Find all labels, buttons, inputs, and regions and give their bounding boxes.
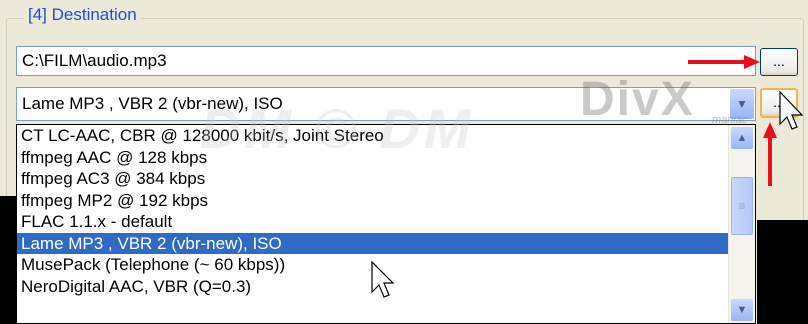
scroll-thumb[interactable]: ≡ <box>731 177 753 235</box>
list-item[interactable]: ffmpeg AC3 @ 384 kbps <box>17 168 729 190</box>
list-item-selected[interactable]: Lame MP3 , VBR 2 (vbr-new), ISO <box>17 232 729 254</box>
watermark-sub: maniac <box>712 114 748 126</box>
list-item[interactable]: NeroDigital AAC, VBR (Q=0.3) <box>17 276 729 298</box>
scroll-down-icon[interactable]: ▼ <box>731 299 753 321</box>
watermark-logo: DivX <box>580 73 695 126</box>
list-item[interactable]: ffmpeg MP2 @ 192 kbps <box>17 190 729 212</box>
browse-path-button[interactable]: ... <box>760 48 798 76</box>
scroll-up-icon[interactable]: ▲ <box>731 127 753 149</box>
background-left-edge <box>0 196 16 324</box>
codec-settings-button[interactable]: ... <box>760 88 798 118</box>
group-label: [4] Destination <box>24 5 141 25</box>
list-scrollbar[interactable]: ▲ ≡ ▼ <box>728 125 755 323</box>
list-item[interactable]: MusePack (Telephone (~ 60 kbps)) <box>17 254 729 276</box>
watermark-text: DM © DM <box>200 97 475 160</box>
list-item[interactable]: FLAC 1.1.x - default <box>17 211 729 233</box>
background-right-edge <box>757 220 808 324</box>
